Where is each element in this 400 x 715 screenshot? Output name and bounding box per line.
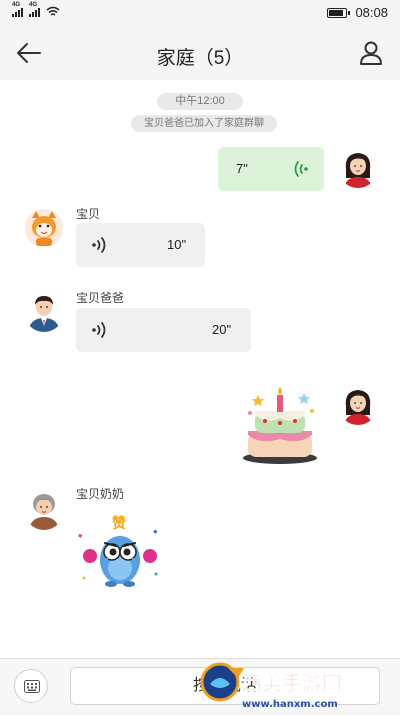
voice-message[interactable]: 10" [76, 223, 205, 267]
site-watermark: 西美手游网 www.hanxm.com [198, 660, 398, 710]
system-timestamp: 中午12:00 [157, 93, 243, 110]
system-notice: 宝贝爸爸已加入了家庭群聊 [131, 115, 277, 132]
wifi-icon [46, 6, 60, 16]
watermark-brand: 西美手游网 [242, 671, 342, 695]
chat-messages[interactable]: 中午12:00 宝贝爸爸已加入了家庭群聊 7" 宝贝 10" 宝贝爸爸 20" … [0, 80, 400, 658]
clock: 08:08 [355, 5, 388, 20]
voice-wave-icon [92, 237, 106, 253]
grandma-avatar-icon [24, 490, 64, 530]
woman-avatar-icon [338, 385, 378, 425]
woman-avatar-icon [338, 148, 378, 188]
fox-avatar-icon [25, 209, 63, 247]
sender-avatar-baobei[interactable] [24, 208, 64, 248]
voice-duration: 7" [236, 161, 248, 176]
network-type-label: 4G [29, 2, 38, 8]
voice-message[interactable]: 20" [76, 308, 251, 352]
keyboard-toggle-button[interactable] [14, 669, 48, 703]
birthday-cake-icon [243, 387, 317, 464]
sender-avatar-baobei-baba[interactable] [24, 292, 64, 332]
man-avatar-icon [24, 292, 64, 332]
my-avatar[interactable] [338, 148, 378, 188]
voice-wave-icon [92, 322, 106, 338]
cake-sticker[interactable] [240, 385, 320, 467]
cell-signal-icon: 4G [29, 2, 40, 17]
thumbs-up-monster-icon: 赞 [78, 515, 158, 587]
sender-avatar-baobei-nainai[interactable] [24, 490, 64, 530]
thumbs-up-sticker[interactable]: 赞 [76, 510, 164, 592]
voice-duration: 10" [167, 237, 187, 252]
sender-name: 宝贝爸爸 [76, 291, 125, 305]
voice-duration: 20" [212, 322, 232, 337]
group-members-button[interactable] [356, 38, 386, 68]
watermark-logo: 西美手游网 www.hanxm.com [200, 662, 342, 710]
sender-name: 宝贝 [76, 207, 101, 221]
voice-wave-icon [294, 161, 308, 177]
battery-icon [327, 7, 351, 18]
chat-header: 家庭（5） [0, 26, 400, 80]
my-voice-message[interactable]: 7" [218, 147, 324, 191]
sender-name: 宝贝奶奶 [76, 487, 125, 501]
network-type-label: 4G [12, 2, 21, 8]
watermark-url: www.hanxm.com [242, 699, 338, 710]
cell-signal-icon: 4G [12, 2, 23, 17]
status-bar: 4G 4G 08:08 [0, 0, 400, 26]
keyboard-icon [24, 680, 40, 693]
page-title: 家庭（5） [156, 48, 244, 69]
sticker-text: 赞 [111, 515, 126, 532]
my-avatar[interactable] [338, 385, 378, 425]
person-icon [360, 41, 382, 65]
